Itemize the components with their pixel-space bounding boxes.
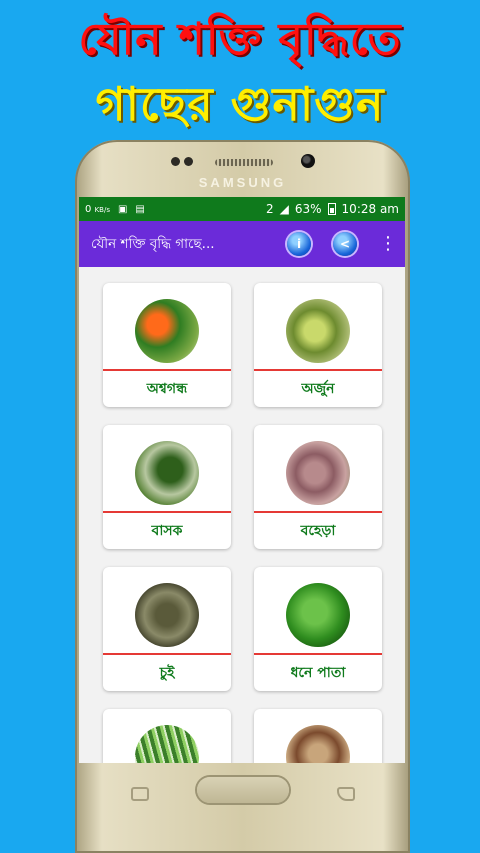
device-screen: 0 KB/s ▣ ▤ 2 ◢ 63% 10:28 am যৌন শক্তি বৃ… xyxy=(79,197,405,763)
share-icon[interactable]: < xyxy=(333,232,357,256)
network-speed-value: 0 xyxy=(85,203,92,215)
plant-label: অশ্বগন্ধ xyxy=(146,381,188,397)
plant-image xyxy=(286,441,350,505)
plant-card[interactable] xyxy=(254,709,382,763)
plant-label: অর্জুন xyxy=(301,381,335,397)
plant-image xyxy=(135,725,199,763)
plant-card[interactable]: অশ্বগন্ধ xyxy=(103,283,231,407)
more-vert-icon[interactable]: ⋮ xyxy=(379,235,397,253)
sim-indicator: 2 xyxy=(266,202,274,216)
earpiece-speaker xyxy=(215,159,273,166)
plant-card[interactable] xyxy=(103,709,231,763)
card-divider xyxy=(103,511,231,513)
image-notification-icon: ▣ xyxy=(117,203,128,215)
plant-label: চুই xyxy=(159,665,175,681)
front-camera-icon xyxy=(301,154,315,168)
plant-label: ধনে পাতা xyxy=(290,665,346,681)
clock: 10:28 am xyxy=(341,202,399,216)
status-bar: 0 KB/s ▣ ▤ 2 ◢ 63% 10:28 am xyxy=(79,197,405,221)
card-divider xyxy=(254,653,382,655)
plant-card[interactable]: বহেড়া xyxy=(254,425,382,549)
back-icon[interactable] xyxy=(337,787,355,801)
battery-icon xyxy=(327,203,336,215)
plant-image xyxy=(286,299,350,363)
device-brand: SAMSUNG xyxy=(198,175,287,190)
card-divider xyxy=(103,369,231,371)
promo-headline-line2: গাছের গুনাগুন xyxy=(95,77,385,131)
info-icon[interactable]: i xyxy=(287,232,311,256)
recent-apps-icon[interactable] xyxy=(131,787,149,801)
plant-image xyxy=(135,583,199,647)
network-speed: 0 KB/s xyxy=(85,204,110,215)
card-divider xyxy=(254,369,382,371)
card-divider xyxy=(103,653,231,655)
card-divider xyxy=(254,511,382,513)
plant-image xyxy=(286,725,350,763)
plant-image xyxy=(135,441,199,505)
plant-label: বাসক xyxy=(151,523,183,539)
plant-image xyxy=(135,299,199,363)
promo-headline-line1: যৌন শক্তি বৃদ্ধিতে xyxy=(78,14,402,65)
app-title: যৌন শক্তি বৃদ্ধি গাছে... xyxy=(91,235,215,252)
phone-top-bezel: SAMSUNG xyxy=(75,140,410,200)
battery-percent: 63% xyxy=(294,202,322,216)
home-button[interactable] xyxy=(197,777,289,803)
plant-card[interactable]: বাসক xyxy=(103,425,231,549)
plant-card[interactable]: ধনে পাতা xyxy=(254,567,382,691)
app-toolbar: যৌন শক্তি বৃদ্ধি গাছে... i < ⋮ xyxy=(79,221,405,267)
plant-card[interactable]: চুই xyxy=(103,567,231,691)
sensor-dots xyxy=(171,157,193,166)
message-notification-icon: ▤ xyxy=(135,203,145,215)
plant-card[interactable]: অর্জুন xyxy=(254,283,382,407)
plant-grid: অশ্বগন্ধ অর্জুন বাসক বহেড়া চুই ধনে পাতা xyxy=(79,267,405,763)
plant-image xyxy=(286,583,350,647)
plant-label: বহেড়া xyxy=(300,523,336,539)
signal-icon: ◢ xyxy=(279,202,289,216)
network-speed-unit: KB/s xyxy=(94,205,110,214)
phone-bottom-bezel xyxy=(75,763,410,853)
